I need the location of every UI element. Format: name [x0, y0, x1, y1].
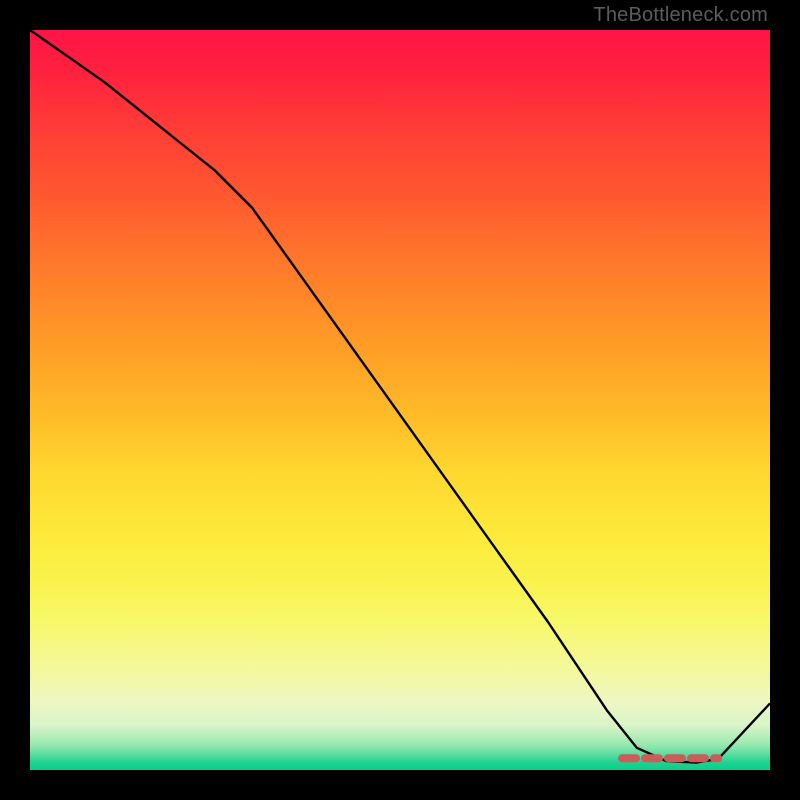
- plot-area: [30, 30, 770, 770]
- bottleneck-curve: [30, 30, 770, 763]
- curve-svg: [30, 30, 770, 770]
- attribution-text: TheBottleneck.com: [593, 4, 768, 27]
- chart-frame: TheBottleneck.com: [0, 0, 800, 800]
